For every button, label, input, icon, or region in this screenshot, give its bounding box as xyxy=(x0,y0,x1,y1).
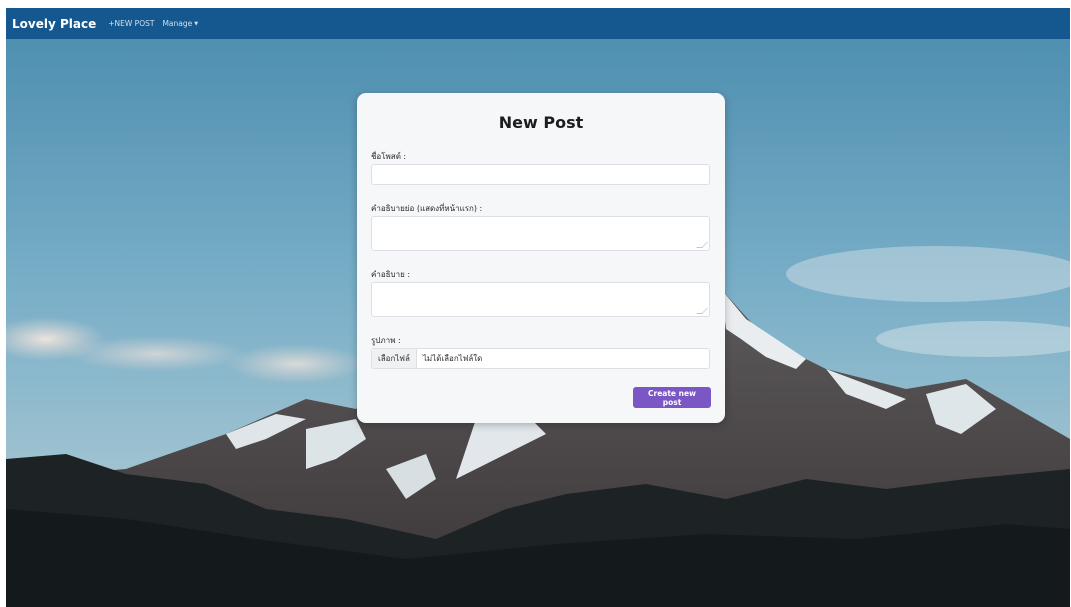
form-title: New Post xyxy=(498,113,584,132)
brand-logo[interactable]: Lovely Place xyxy=(12,17,96,31)
file-status-text: ไม่ได้เลือกไฟล์ใด xyxy=(422,354,483,363)
nav-new-post-link[interactable]: +NEW POST xyxy=(108,19,154,28)
choose-file-button[interactable]: เลือกไฟล์ xyxy=(372,349,417,368)
app-window: Lovely Place +NEW POST Manage ▼ New Post… xyxy=(6,8,1070,607)
description-textarea[interactable] xyxy=(371,282,710,317)
image-label: รูปภาพ : xyxy=(371,336,401,345)
create-post-button[interactable]: Create new post xyxy=(633,387,711,408)
description-label: คำอธิบาย : xyxy=(371,270,411,279)
nav-new-post-label: +NEW POST xyxy=(108,19,155,28)
image-file-input[interactable]: เลือกไฟล์ ไม่ได้เลือกไฟล์ใด xyxy=(371,348,710,369)
nav-manage-dropdown[interactable]: Manage ▼ xyxy=(162,19,198,28)
post-title-input[interactable] xyxy=(371,164,710,185)
short-description-textarea[interactable] xyxy=(371,216,710,251)
short-description-label: คำอธิบายย่อ (แสดงที่หน้าแรก) : xyxy=(371,204,483,213)
nav-manage-label: Manage xyxy=(162,19,193,28)
post-title-label: ชื่อโพสต์ : xyxy=(371,152,407,161)
new-post-form-card: New Post ชื่อโพสต์ : คำอธิบายย่อ (แสดงที… xyxy=(357,93,725,423)
top-navbar: Lovely Place +NEW POST Manage ▼ xyxy=(6,8,1070,39)
chevron-down-icon: ▼ xyxy=(194,20,199,27)
